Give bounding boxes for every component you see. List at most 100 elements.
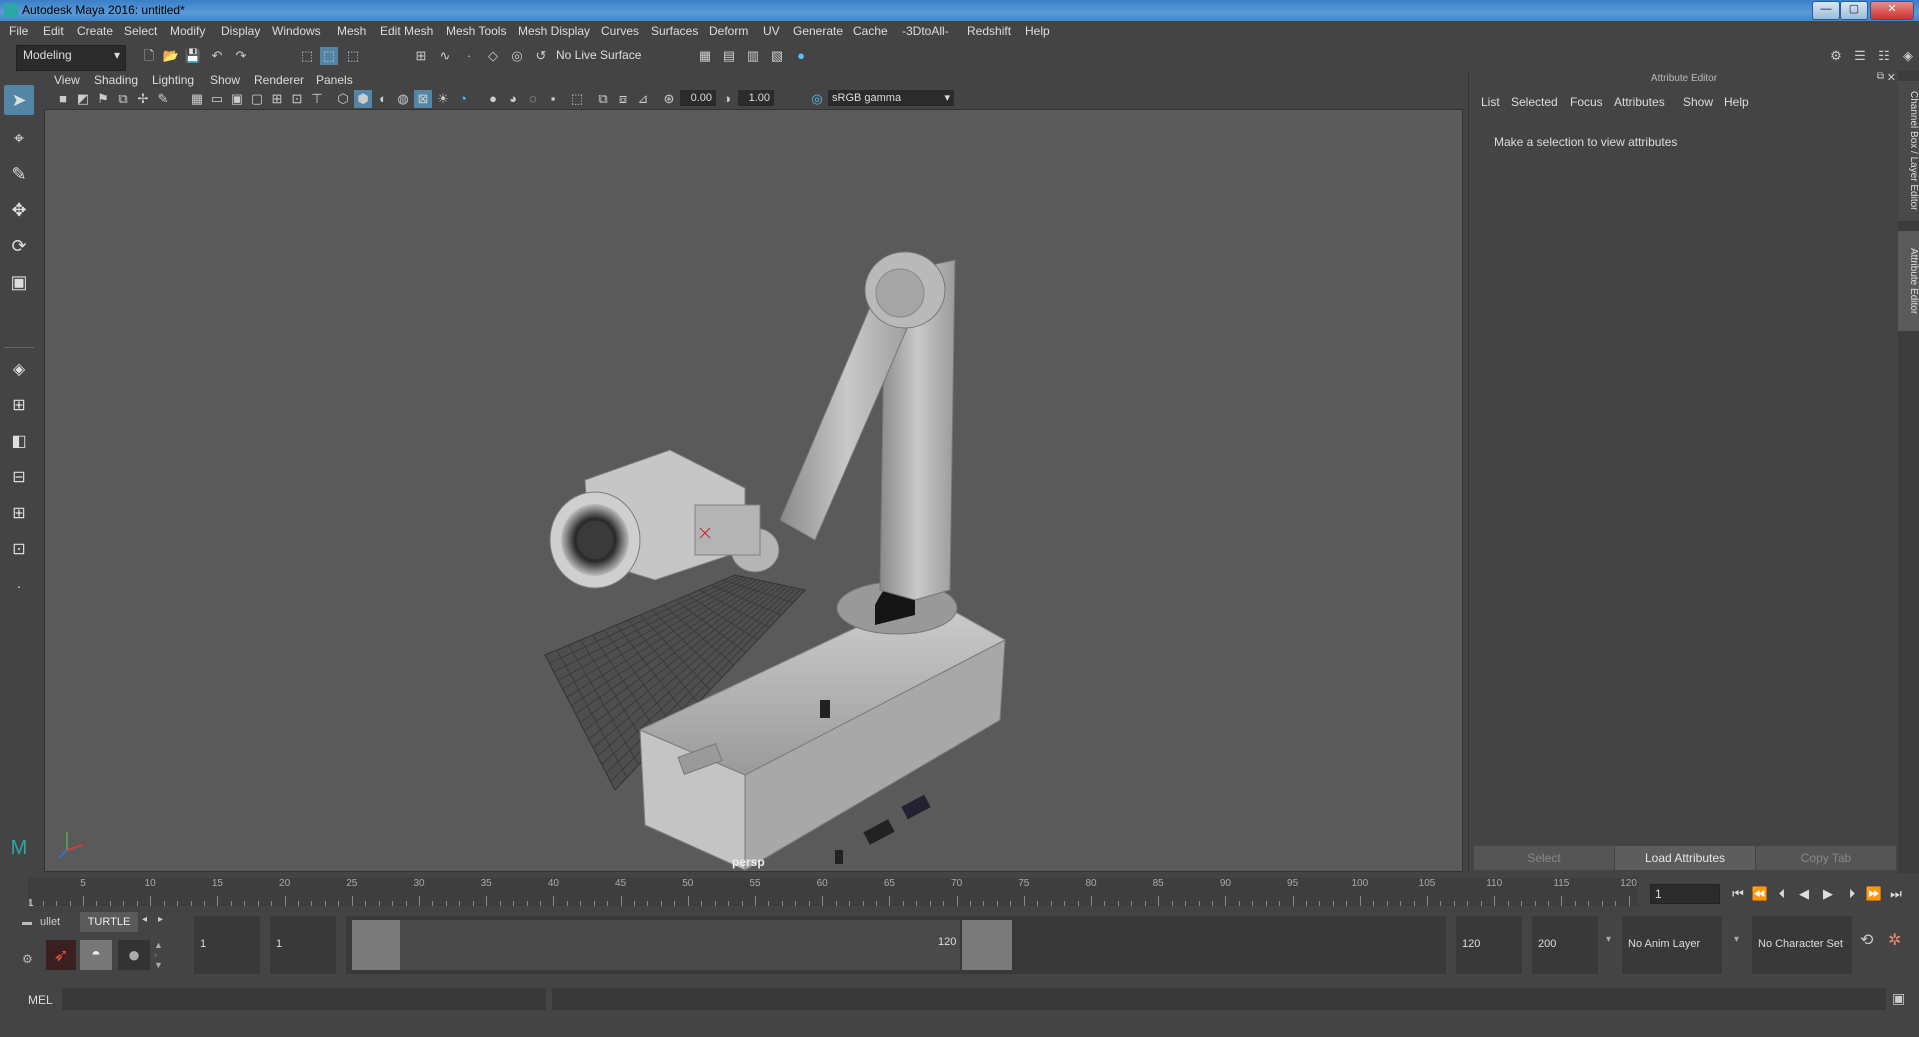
menu-windows[interactable]: Windows [272,24,321,38]
shelf-settings-icon[interactable]: ⚙ [22,952,33,966]
xray-icon[interactable]: ⧉ [594,90,612,108]
maximize-button[interactable]: ▢ [1840,1,1868,20]
ae-menu-list[interactable]: List [1481,95,1500,109]
select-object-icon[interactable]: ⬚ [320,47,338,65]
xray-components-icon[interactable]: ⊿ [634,90,652,108]
tool-settings-icon[interactable]: ☷ [1875,47,1893,65]
turtle-surface-icon[interactable]: ● [118,940,150,970]
depth-of-field-icon[interactable]: ▪ [544,90,562,108]
minimize-button[interactable]: — [1812,1,1840,20]
exposure-field[interactable]: 0.00 [680,90,716,106]
field-chart-icon[interactable]: ⊞ [268,90,286,108]
camera-attributes-icon[interactable]: ◩ [74,90,92,108]
ipr-render-icon[interactable]: ▥ [744,47,762,65]
menu-edit[interactable]: Edit [43,24,64,38]
gate-mask-icon[interactable]: ▢ [248,90,266,108]
step-back-key-icon[interactable]: ⏪ [1750,884,1770,904]
scale-tool-icon[interactable]: ▣ [4,267,34,297]
wireframe-icon[interactable]: ⬡ [334,90,352,108]
chevron-down-icon[interactable]: ▾ [1734,934,1739,945]
anti-aliasing-icon[interactable]: ◌ [524,90,542,108]
select-hierarchy-icon[interactable]: ⬚ [298,47,316,65]
use-all-lights-icon[interactable]: ☀ [434,90,452,108]
channel-box-tab[interactable]: Channel Box / Layer Editor [1898,81,1919,221]
range-end-handle[interactable] [962,920,1012,970]
gamma-field[interactable]: 1.00 [738,90,774,106]
turtle-render-icon[interactable]: ➶ [46,940,76,970]
render-view-icon[interactable]: ▦ [696,47,714,65]
go-to-end-icon[interactable]: ⏭ [1886,884,1906,904]
snap-curve-icon[interactable]: ∿ [436,47,454,65]
ae-menu-attributes[interactable]: Attributes [1614,95,1665,109]
menu-mesh-display[interactable]: Mesh Display [518,24,590,38]
vp-menu-lighting[interactable]: Lighting [152,73,194,87]
snap-point-icon[interactable]: ∙ [460,47,478,65]
shelf-tab-next-icon[interactable]: ▸ [158,914,163,925]
ae-menu-focus[interactable]: Focus [1570,95,1603,109]
menu-redshift[interactable]: Redshift [967,24,1011,38]
current-frame-field[interactable]: 1 [1650,884,1720,904]
copy-tab-button[interactable]: Copy Tab [1756,846,1896,870]
rotate-tool-icon[interactable]: ⟳ [4,231,34,261]
more-layouts-icon[interactable]: · [4,571,34,601]
save-scene-icon[interactable]: 💾 [184,47,202,65]
smooth-shade-icon[interactable]: ⬢ [354,90,372,108]
float-panel-icon[interactable]: ⧉ [1877,71,1884,82]
xray-joints-icon[interactable]: ⧈ [614,90,632,108]
turtle-bake-icon[interactable]: ◓ [80,940,112,970]
menu-generate[interactable]: Generate [793,24,843,38]
shelf-tab-bullet[interactable]: ullet [40,916,60,928]
close-panel-icon[interactable]: ✕ [1887,71,1896,84]
snap-surface-icon[interactable]: ◎ [508,47,526,65]
hypershade-icon[interactable]: ● [792,47,810,65]
move-tool-icon[interactable]: ✥ [4,195,34,225]
step-forward-key-icon[interactable]: ⏩ [1864,884,1884,904]
menuset-dropdown[interactable]: Modeling ▾ [16,45,126,71]
snap-magnet-icon[interactable]: ↺ [532,47,550,65]
anim-preferences-icon[interactable]: ✲ [1888,930,1901,950]
persp-graph-layout-icon[interactable]: ⊟ [4,463,34,493]
shadows-icon[interactable]: ◔ [454,90,472,108]
scene-start-field[interactable]: 1 [194,916,260,974]
go-to-start-icon[interactable]: ⏮ [1728,884,1748,904]
menu-curves[interactable]: Curves [601,24,639,38]
color-space-dropdown[interactable]: sRGB gamma ▾ [828,90,954,106]
vp-menu-renderer[interactable]: Renderer [254,73,304,87]
new-scene-icon[interactable]: 🗋 [140,47,158,65]
vp-menu-view[interactable]: View [54,73,80,87]
shelf-tab-prev-icon[interactable]: ◂ [142,914,147,925]
ae-select-button[interactable]: Select [1474,846,1614,870]
menu-display[interactable]: Display [221,24,260,38]
shelf-collapse-icon[interactable] [22,922,32,925]
anim-layer-dropdown[interactable]: No Anim Layer [1622,916,1722,974]
shelf-tab-turtle[interactable]: TURTLE [80,912,138,932]
redo-icon[interactable]: ↷ [232,47,250,65]
gamma-icon[interactable]: ◑ [718,90,736,108]
range-bar[interactable] [400,920,960,970]
select-component-icon[interactable]: ⬚ [344,47,362,65]
screen-space-ao-icon[interactable]: ● [484,90,502,108]
character-set-dropdown[interactable]: No Character Set [1752,916,1852,974]
vp-menu-shading[interactable]: Shading [94,73,138,87]
film-gate-icon[interactable]: ▭ [208,90,226,108]
default-material-icon[interactable]: ◐ [374,90,392,108]
safe-action-icon[interactable]: ⊡ [288,90,306,108]
render-settings-icon[interactable]: ▧ [768,47,786,65]
menu-deform[interactable]: Deform [709,24,748,38]
step-back-frame-icon[interactable]: ⏴ [1772,884,1792,904]
script-editor-icon[interactable]: ▣ [1892,990,1905,1007]
snap-view-icon[interactable]: ◇ [484,47,502,65]
exposure-icon[interactable]: ⊛ [660,90,678,108]
menu-file[interactable]: File [9,24,28,38]
shelf-scroll-icon[interactable]: ▲ ◦ ▼ [154,940,163,970]
2d-pan-zoom-icon[interactable]: ✢ [134,90,152,108]
command-input[interactable] [62,988,546,1010]
menu-create[interactable]: Create [77,24,113,38]
menu-mesh-tools[interactable]: Mesh Tools [446,24,506,38]
channel-box-icon[interactable]: ◈ [1899,47,1917,65]
modeling-toolkit-icon[interactable]: ⚙ [1827,47,1845,65]
ae-menu-show[interactable]: Show [1683,95,1713,109]
menu-modify[interactable]: Modify [170,24,205,38]
chevron-down-icon[interactable]: ▾ [1606,934,1611,945]
attribute-editor-tab[interactable]: Attribute Editor [1898,231,1919,331]
